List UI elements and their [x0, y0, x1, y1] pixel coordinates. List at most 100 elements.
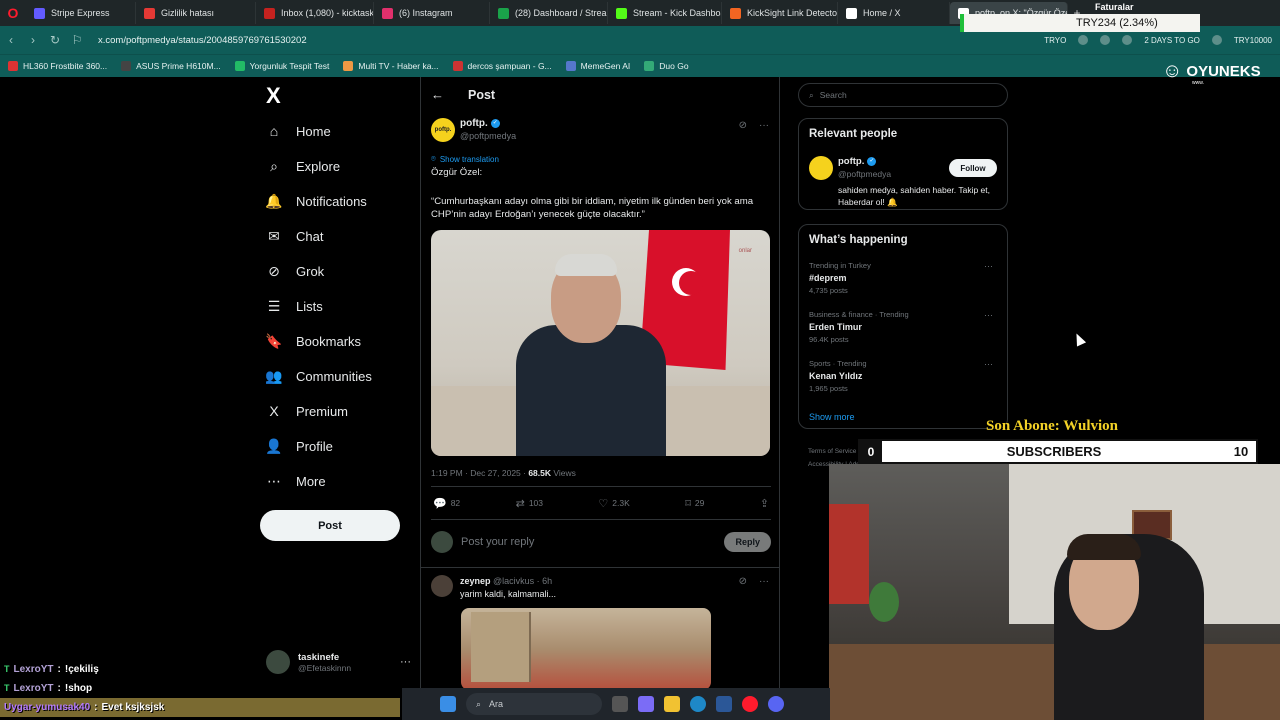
more-icon[interactable]: ··· — [759, 120, 769, 131]
relevant-person-name[interactable]: poftp. ✓ — [838, 156, 877, 167]
tweet-action-bar: 💬 82 ⇄ 103 ♡ 2.3K ⌑ 29 ⇪ — [431, 486, 771, 520]
latest-subscriber: Son Abone: Wulvion — [986, 418, 1119, 434]
tab-favicon-icon — [498, 7, 509, 19]
relevant-person-handle[interactable]: @poftpmedya — [838, 169, 891, 179]
start-icon[interactable] — [440, 696, 456, 712]
browser-tab[interactable]: KickSight Link Detector — [722, 2, 838, 24]
site-info-icon[interactable]: ⚐ — [66, 33, 88, 47]
trend-item[interactable]: Sports · Trending Kenan Yıldız 1,965 posts… — [809, 359, 999, 393]
bookmark-item[interactable]: HL360 Frostbite 360... — [8, 61, 107, 71]
browser-tab[interactable]: (28) Dashboard / Streamla — [490, 2, 608, 24]
nav-item-bookmarks[interactable]: 🔖 Bookmarks — [265, 332, 362, 349]
reply-author[interactable]: zeynep @lacivkus · 6h — [460, 576, 552, 586]
more-icon[interactable]: ··· — [984, 310, 993, 320]
bookmark-item[interactable]: dercos şampuan - G... — [452, 61, 552, 71]
more-icon[interactable]: ··· — [400, 656, 411, 668]
trend-item[interactable]: Trending in Turkey #deprem 4,735 posts ··· — [809, 261, 999, 295]
follow-button[interactable]: Follow — [949, 159, 997, 177]
tweet-image[interactable]: onlar — [431, 230, 770, 456]
nav-item-explore[interactable]: ⌕ Explore — [266, 158, 340, 174]
nav-item-more[interactable]: ⋯ More — [266, 473, 326, 489]
opera-menu-icon[interactable]: O — [0, 0, 26, 26]
task-view-icon[interactable] — [612, 696, 628, 712]
browser-tab[interactable]: Stripe Express — [26, 2, 136, 24]
bookmark-favicon-icon — [343, 61, 354, 71]
translate-icon: ⌾ — [431, 154, 436, 163]
opera-icon[interactable] — [742, 696, 758, 712]
nav-item-notifications[interactable]: 🔔 Notifications — [265, 193, 367, 209]
tweet-text-line2: “Cumhurbaşkanı adayı olma gibi bir iddia… — [431, 196, 754, 220]
tweet-author-name[interactable]: poftp. ✓ — [460, 118, 500, 129]
browser-tab[interactable]: Gizlilik hatası — [136, 2, 256, 24]
nav-label: Bookmarks — [296, 333, 362, 349]
bookmark-item[interactable]: ASUS Prime H610M... — [121, 61, 221, 71]
divider — [421, 567, 780, 568]
url-field[interactable]: x.com/poftpmedya/status/2004859769761530… — [98, 35, 307, 46]
bookmark-item[interactable]: MemeGen AI — [565, 61, 630, 71]
show-more-link[interactable]: Show more — [809, 412, 855, 422]
back-arrow-icon[interactable]: ← — [431, 87, 444, 102]
reload-icon[interactable]: ↻ — [44, 33, 66, 47]
x-logo-icon[interactable]: X — [266, 85, 288, 107]
nav-item-lists[interactable]: ☰ Lists — [266, 298, 323, 314]
reply-button[interactable]: Reply — [724, 532, 771, 552]
post-button[interactable]: Post — [260, 510, 400, 541]
more-icon[interactable]: ··· — [984, 359, 993, 369]
more-icon[interactable]: ··· — [759, 576, 769, 587]
nav-item-premium[interactable]: X Premium — [266, 403, 348, 419]
bookmark-favicon-icon — [121, 61, 132, 71]
grok-icon[interactable]: ⊘ — [739, 120, 747, 131]
bookmark-icon: 🔖 — [265, 332, 283, 349]
bookmark-item[interactable]: Duo Go — [644, 61, 689, 71]
avatar[interactable] — [809, 156, 833, 180]
nav-item-grok[interactable]: ⊘ Grok — [266, 263, 324, 279]
nav-item-home[interactable]: ⌂ Home — [266, 123, 331, 139]
store-icon[interactable] — [716, 696, 732, 712]
nav-item-profile[interactable]: 👤 Profile — [265, 438, 333, 454]
reply-input[interactable]: Post your reply — [461, 536, 534, 548]
taskbar-search[interactable]: ⌕ Ara — [466, 693, 602, 715]
browser-tab[interactable]: (6) Instagram — [374, 2, 490, 24]
discord-icon[interactable] — [768, 696, 784, 712]
nav-item-communities[interactable]: 👥 Communities — [265, 368, 372, 384]
browser-tab[interactable]: Stream - Kick Dashboard — [608, 2, 722, 24]
ticker-overlay: Faturalar TRY234 (2.34%) — [960, 0, 1280, 38]
bookmark-label: Duo Go — [659, 61, 689, 71]
trend-item[interactable]: Business & finance · Trending Erden Timur… — [809, 310, 999, 344]
like-action[interactable]: ♡ 2.3K — [598, 497, 629, 510]
reply-avatar[interactable] — [431, 575, 453, 597]
share-action[interactable]: ⇪ — [760, 497, 769, 510]
reply-text: yarim kaldi, kalmamali... — [460, 589, 557, 599]
search-icon: ⌕ — [270, 157, 278, 174]
tweet-top-actions: ⊘ ··· — [739, 120, 769, 131]
repost-action[interactable]: ⇄ 103 — [516, 497, 543, 510]
windows-taskbar: ⌕ Ara — [402, 688, 830, 720]
reply-action[interactable]: 💬 82 — [433, 497, 460, 510]
chat-text: Evet ksjksjsk — [101, 702, 165, 713]
nav-label: Profile — [296, 438, 333, 454]
browser-tab[interactable]: Inbox (1,080) - kicktaskine — [256, 2, 374, 24]
edge-icon[interactable] — [690, 696, 706, 712]
more-icon[interactable]: ··· — [984, 261, 993, 271]
copilot-icon[interactable] — [638, 696, 654, 712]
show-translation-link[interactable]: ⌾ Show translation — [431, 154, 499, 164]
grok-icon: ⊘ — [268, 262, 280, 279]
grok-icon[interactable]: ⊘ — [739, 576, 747, 587]
back-icon[interactable]: ‹ — [0, 33, 22, 47]
reply-image[interactable] — [461, 608, 711, 690]
trend-name: #deprem — [809, 273, 847, 283]
nav-item-chat[interactable]: ✉ Chat — [266, 228, 323, 244]
chat-message: T LexroYT: !shop — [0, 679, 400, 698]
tweet-avatar[interactable]: poftp. — [431, 118, 455, 142]
bookmark-item[interactable]: Multi TV - Haber ka... — [343, 61, 439, 71]
search-input[interactable]: ⌕ Search — [798, 83, 1008, 107]
bookmark-item[interactable]: Yorgunluk Tespit Test — [234, 61, 329, 71]
trend-posts: 96.4K posts — [809, 335, 849, 344]
trend-name: Erden Timur — [809, 322, 862, 332]
tweet-author-handle[interactable]: @poftpmedya — [460, 131, 516, 141]
bookmark-label: HL360 Frostbite 360... — [23, 61, 108, 71]
forward-icon[interactable]: › — [22, 33, 44, 47]
file-explorer-icon[interactable] — [664, 696, 680, 712]
browser-tab[interactable]: Home / X — [838, 2, 950, 24]
bookmark-action[interactable]: ⌑ 29 — [685, 497, 704, 510]
